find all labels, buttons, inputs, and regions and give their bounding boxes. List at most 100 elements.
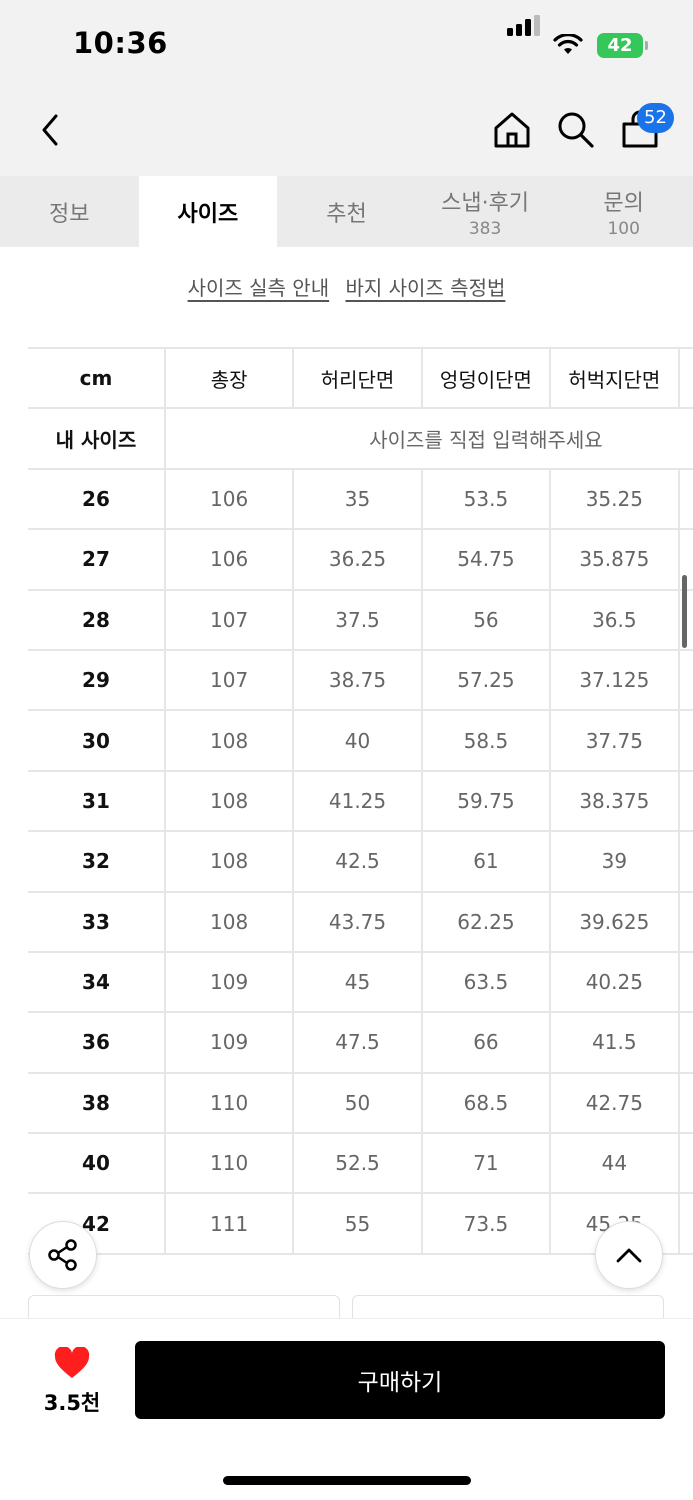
tab-label: 문의 — [603, 190, 644, 216]
chevron-up-icon — [616, 1248, 642, 1263]
share-button[interactable] — [29, 1221, 97, 1289]
table-cell: 50 — [292, 1071, 423, 1135]
battery-tip — [645, 41, 648, 50]
wifi-icon — [553, 34, 583, 54]
tab-label: 추천 — [326, 201, 367, 227]
table-cell: 47.5 — [292, 1011, 423, 1074]
size-label-cell: 27 — [28, 528, 166, 591]
my-size-row[interactable]: 내 사이즈 사이즈를 직접 입력해주세요 — [28, 407, 693, 470]
table-cell: 3 — [677, 1071, 693, 1135]
tab-bar: 정보 사이즈 추천 스냅·후기 383 문의 100 — [0, 176, 693, 247]
table-cell: 57.25 — [420, 648, 552, 712]
table-cell: 52.5 — [292, 1132, 423, 1195]
tab-label: 스냅·후기 — [441, 190, 530, 216]
table-cell: 58.5 — [420, 709, 552, 772]
table-cell: 38.75 — [292, 648, 423, 712]
table-cell: 37.125 — [549, 648, 680, 712]
size-label-cell: 40 — [28, 1132, 166, 1195]
table-cell: 107 — [163, 588, 295, 651]
table-row: 261063553.535.253 — [28, 467, 693, 531]
buy-button[interactable]: 구매하기 — [135, 1341, 665, 1419]
table-cell: 41.5 — [549, 1011, 680, 1074]
tab-label: 정보 — [49, 201, 90, 227]
table-cell: 35.875 — [549, 528, 680, 591]
table-row: 381105068.542.753 — [28, 1071, 693, 1135]
header-cell-thigh: 허벅지단면 — [549, 347, 680, 410]
heart-icon — [54, 1346, 90, 1378]
table-cell: 45 — [292, 950, 423, 1014]
table-cell: 68.5 — [420, 1071, 552, 1135]
cart-badge: 52 — [637, 103, 674, 133]
table-row: 4011052.571443 — [28, 1132, 693, 1195]
size-guide-links: 사이즈 실측 안내 바지 사이즈 측정법 — [0, 272, 693, 301]
tab-snap-review[interactable]: 스냅·후기 383 — [416, 176, 555, 247]
table-cell: 62.25 — [420, 890, 552, 953]
table-row: 341094563.540.253 — [28, 950, 693, 1014]
header-cell-length: 총장 — [163, 347, 295, 410]
table-cell: 3 — [677, 467, 693, 531]
table-cell: 36.5 — [549, 588, 680, 651]
search-icon[interactable] — [556, 110, 596, 150]
size-label-cell: 28 — [28, 588, 166, 651]
table-row: 2710636.2554.7535.8753 — [28, 528, 693, 591]
tab-count: 383 — [468, 218, 502, 239]
table-cell: 108 — [163, 830, 295, 893]
table-row: 301084058.537.753 — [28, 709, 693, 772]
scrollbar[interactable] — [682, 575, 687, 648]
table-cell: 61 — [420, 830, 552, 893]
top-bar — [0, 92, 693, 176]
header-cell-rise: 밑 — [677, 347, 693, 410]
table-row: 2810737.55636.53 — [28, 588, 693, 651]
table-cell: 110 — [163, 1071, 295, 1135]
home-icon[interactable] — [492, 110, 532, 150]
size-guide-link[interactable]: 사이즈 실측 안내 — [188, 276, 330, 300]
table-cell: 106 — [163, 528, 295, 591]
table-cell: 73.5 — [420, 1192, 552, 1255]
table-cell: 108 — [163, 769, 295, 833]
my-size-label: 내 사이즈 — [28, 407, 166, 470]
table-row: 3110841.2559.7538.3753 — [28, 769, 693, 833]
like-button[interactable]: 3.5천 — [34, 1346, 110, 1417]
table-header-row: cm 총장 허리단면 엉덩이단면 허벅지단면 밑 — [28, 347, 693, 410]
share-icon — [48, 1239, 77, 1271]
table-cell: 63.5 — [420, 950, 552, 1014]
table-cell: 54.75 — [420, 528, 552, 591]
status-time: 10:36 — [73, 26, 168, 60]
tab-size[interactable]: 사이즈 — [138, 176, 278, 247]
table-cell: 3 — [677, 648, 693, 712]
table-cell: 107 — [163, 648, 295, 712]
my-size-input[interactable]: 사이즈를 직접 입력해주세요 — [163, 407, 693, 470]
size-label-cell: 26 — [28, 467, 166, 531]
size-label-cell: 32 — [28, 830, 166, 893]
table-cell: 59.75 — [420, 769, 552, 833]
table-cell: 3 — [677, 950, 693, 1014]
table-cell: 108 — [163, 709, 295, 772]
tab-inquiry[interactable]: 문의 100 — [554, 176, 693, 247]
home-indicator — [223, 1476, 471, 1485]
table-cell: 106 — [163, 467, 295, 531]
table-cell: 40.25 — [549, 950, 680, 1014]
table-cell: 56 — [420, 588, 552, 651]
tab-label: 사이즈 — [177, 201, 239, 227]
table-cell: 3 — [677, 1132, 693, 1195]
table-cell: 39 — [549, 830, 680, 893]
table-cell: 42.5 — [292, 830, 423, 893]
size-label-cell: 36 — [28, 1011, 166, 1074]
table-cell: 3 — [677, 769, 693, 833]
size-label-cell: 33 — [28, 890, 166, 953]
measure-guide-link[interactable]: 바지 사이즈 측정법 — [345, 276, 505, 300]
table-cell: 3 — [677, 709, 693, 772]
battery-icon: 42 — [597, 33, 643, 58]
scroll-top-button[interactable] — [595, 1221, 663, 1289]
table-cell: 53.5 — [420, 467, 552, 531]
table-cell: 108 — [163, 890, 295, 953]
tab-recommend[interactable]: 추천 — [277, 176, 416, 247]
tab-info[interactable]: 정보 — [0, 176, 139, 247]
size-table[interactable]: cm 총장 허리단면 엉덩이단면 허벅지단면 밑 내 사이즈 사이즈를 직접 입… — [28, 347, 693, 1255]
table-cell: 71 — [420, 1132, 552, 1195]
back-icon[interactable] — [36, 112, 64, 148]
table-cell: 44 — [549, 1132, 680, 1195]
table-cell: 35.25 — [549, 467, 680, 531]
table-cell: 3 — [677, 1011, 693, 1074]
table-cell: 3 — [677, 830, 693, 893]
